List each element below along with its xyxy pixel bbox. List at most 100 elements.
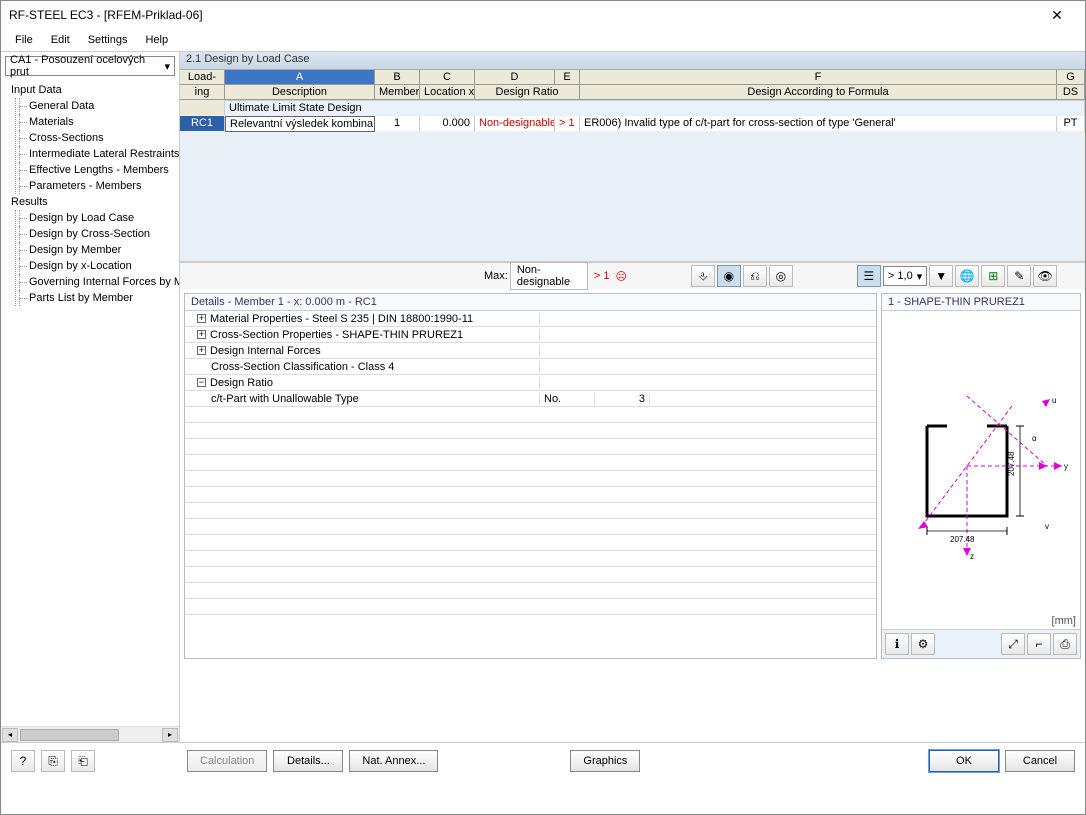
max-gt: > 1 bbox=[590, 270, 614, 282]
info-icon[interactable]: ℹ bbox=[885, 633, 909, 655]
details-button[interactable]: Details... bbox=[273, 750, 343, 772]
svg-text:v: v bbox=[1045, 522, 1049, 531]
right-panel: 2.1 Design by Load Case Load- A B C D E … bbox=[180, 52, 1085, 742]
tool-btn-3[interactable]: ⎌ bbox=[743, 265, 767, 287]
tree-general-data[interactable]: General Data bbox=[11, 98, 179, 114]
expand-icon[interactable]: + bbox=[197, 346, 206, 355]
filter-icon[interactable]: ▼ bbox=[929, 265, 953, 287]
tree-by-xloc[interactable]: Design by x-Location bbox=[11, 258, 179, 274]
collapse-icon[interactable]: − bbox=[197, 378, 206, 387]
case-combo-text: CA1 - Posouzení ocelových prut bbox=[10, 54, 164, 78]
col-c[interactable]: C bbox=[420, 70, 475, 84]
col-d[interactable]: D bbox=[475, 70, 555, 84]
cell-desc[interactable]: Relevantní výsledek kombina bbox=[225, 116, 375, 132]
group-row-label: Ultimate Limit State Design bbox=[225, 100, 1085, 116]
axes-icon[interactable]: ⤢ bbox=[1001, 633, 1025, 655]
details-design-forces[interactable]: Design Internal Forces bbox=[210, 345, 321, 357]
tool-btn-8[interactable]: ✎ bbox=[1007, 265, 1031, 287]
preview-title: 1 - SHAPE-THIN PRUREZ1 bbox=[882, 294, 1080, 310]
tree-materials[interactable]: Materials bbox=[11, 114, 179, 130]
window-title: RF-STEEL EC3 - [RFEM-Priklad-06] bbox=[9, 8, 203, 22]
tool-btn-4[interactable]: ◎ bbox=[769, 265, 793, 287]
menu-help[interactable]: Help bbox=[137, 32, 176, 48]
expand-icon[interactable]: + bbox=[197, 330, 206, 339]
grid-header-letters: Load- A B C D E F G bbox=[180, 70, 1085, 85]
details-ct-part[interactable]: c/t-Part with Unallowable Type bbox=[211, 393, 359, 405]
left-panel: CA1 - Posouzení ocelových prut ▾ Input D… bbox=[1, 52, 180, 742]
tree-by-member[interactable]: Design by Member bbox=[11, 242, 179, 258]
cancel-button[interactable]: Cancel bbox=[1005, 750, 1075, 772]
graphics-button[interactable]: Graphics bbox=[570, 750, 640, 772]
tree-hscroll[interactable]: ◂ ▸ bbox=[1, 726, 179, 742]
col-g[interactable]: G bbox=[1057, 70, 1085, 84]
next-icon[interactable]: ⎗ bbox=[71, 750, 95, 772]
col-b[interactable]: B bbox=[375, 70, 420, 84]
preview-canvas: u y v z α 207.48 207.48 bbox=[882, 310, 1080, 629]
dim-height: 207.48 bbox=[1007, 451, 1016, 476]
ratio-filter-combo[interactable]: > 1,0 ▾ bbox=[883, 266, 927, 286]
grid-header-labels: ing Description Member No. Location x [m… bbox=[180, 85, 1085, 100]
sub-loc: Location x [m] bbox=[420, 85, 475, 99]
tree-params[interactable]: Parameters - Members bbox=[11, 178, 179, 194]
menu-file[interactable]: File bbox=[7, 32, 41, 48]
case-combo[interactable]: CA1 - Posouzení ocelových prut ▾ bbox=[5, 56, 175, 76]
scroll-right-icon[interactable]: ▸ bbox=[162, 728, 178, 742]
bottom-button-row: ? ⎘ ⎗ Calculation Details... Nat. Annex.… bbox=[1, 743, 1085, 779]
tree-parts-list[interactable]: Parts List by Member bbox=[11, 290, 179, 306]
sub-desc: Description bbox=[225, 85, 375, 99]
cell-ds: PT bbox=[1057, 116, 1085, 132]
tree-ilr[interactable]: Intermediate Lateral Restraints bbox=[11, 146, 179, 162]
col-loading-2: ing bbox=[180, 85, 225, 99]
details-mat-props[interactable]: Material Properties - Steel S 235 | DIN … bbox=[210, 313, 473, 325]
expand-icon[interactable]: + bbox=[197, 314, 206, 323]
details-title: Details - Member 1 - x: 0.000 m - RC1 bbox=[185, 294, 876, 310]
col-e[interactable]: E bbox=[555, 70, 580, 84]
svg-text:u: u bbox=[1052, 396, 1056, 405]
tool-btn-2[interactable]: ◉ bbox=[717, 265, 741, 287]
chevron-down-icon: ▾ bbox=[164, 60, 170, 73]
row-id: RC1 bbox=[180, 116, 225, 132]
preview-panel: 1 - SHAPE-THIN PRUREZ1 bbox=[881, 293, 1081, 659]
tree-by-loadcase[interactable]: Design by Load Case bbox=[11, 210, 179, 226]
filter-list-icon[interactable]: ☰ bbox=[857, 265, 881, 287]
details-design-ratio[interactable]: Design Ratio bbox=[210, 377, 273, 389]
cell-gt: > 1 bbox=[555, 116, 580, 132]
tree-gov-forces[interactable]: Governing Internal Forces by M bbox=[11, 274, 179, 290]
close-button[interactable]: ✕ bbox=[1037, 3, 1077, 27]
tree-by-cs[interactable]: Design by Cross-Section bbox=[11, 226, 179, 242]
print-icon[interactable]: ⎙ bbox=[1053, 633, 1077, 655]
fail-icon: ☹ bbox=[615, 270, 626, 283]
tree-eff-len[interactable]: Effective Lengths - Members bbox=[11, 162, 179, 178]
scroll-thumb[interactable] bbox=[20, 729, 119, 741]
tree-results[interactable]: Results bbox=[11, 194, 179, 210]
prev-icon[interactable]: ⎘ bbox=[41, 750, 65, 772]
tool-btn-1[interactable]: ⎀ bbox=[691, 265, 715, 287]
nat-annex-button[interactable]: Nat. Annex... bbox=[349, 750, 438, 772]
col-f[interactable]: F bbox=[580, 70, 1057, 84]
menu-settings[interactable]: Settings bbox=[80, 32, 136, 48]
calculation-button[interactable]: Calculation bbox=[187, 750, 267, 772]
cell-formula: ER006) Invalid type of c/t-part for cros… bbox=[580, 116, 1057, 132]
ok-button[interactable]: OK bbox=[929, 750, 999, 772]
excel-icon[interactable]: ⊞ bbox=[981, 265, 1005, 287]
tree-input-data[interactable]: Input Data bbox=[11, 82, 179, 98]
eye-icon[interactable]: 👁 bbox=[1033, 265, 1057, 287]
props-icon[interactable]: ⚙ bbox=[911, 633, 935, 655]
coord-icon[interactable]: ⌐ bbox=[1027, 633, 1051, 655]
dim-width: 207.48 bbox=[950, 535, 975, 544]
panel-header: 2.1 Design by Load Case bbox=[180, 52, 1085, 70]
world-icon[interactable]: 🌐 bbox=[955, 265, 979, 287]
tree-cross-sections[interactable]: Cross-Sections bbox=[11, 130, 179, 146]
col-a[interactable]: A bbox=[225, 70, 375, 84]
cell-ratio: Non-designable bbox=[475, 116, 555, 132]
ratio-filter-value: > 1,0 bbox=[888, 270, 913, 282]
svg-text:y: y bbox=[1064, 462, 1068, 471]
cell-x: 0.000 bbox=[420, 116, 475, 132]
details-cs-props[interactable]: Cross-Section Properties - SHAPE-THIN PR… bbox=[210, 329, 463, 341]
menu-edit[interactable]: Edit bbox=[43, 32, 78, 48]
grid-data-row[interactable]: RC1 Relevantní výsledek kombina 1 0.000 … bbox=[180, 116, 1085, 132]
grid-group-row: Ultimate Limit State Design bbox=[180, 100, 1085, 116]
scroll-left-icon[interactable]: ◂ bbox=[2, 728, 18, 742]
help-icon[interactable]: ? bbox=[11, 750, 35, 772]
details-cs-class[interactable]: Cross-Section Classification - Class 4 bbox=[211, 361, 394, 373]
